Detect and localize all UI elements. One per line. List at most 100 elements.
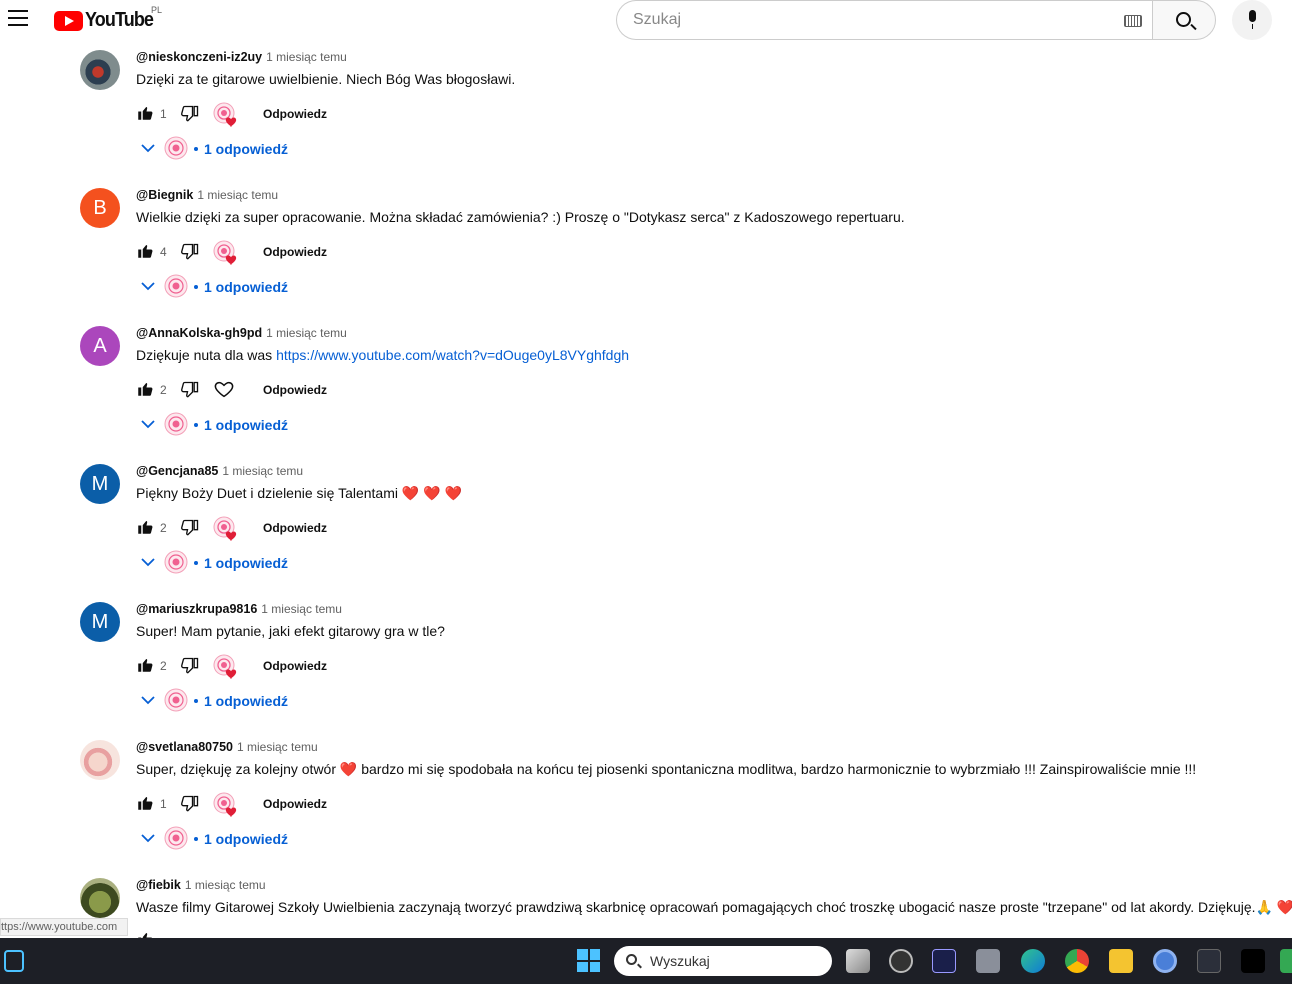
comment-body: Dzięki za te gitarowe uwielbienie. Niech… — [136, 71, 516, 87]
reply-button[interactable]: Odpowiedz — [263, 521, 327, 535]
heart-emoji: ❤️ ❤️ ❤️ — [401, 485, 462, 501]
windows-start-icon[interactable] — [577, 949, 600, 972]
comment-author[interactable]: @Biegnik — [136, 188, 193, 202]
reply-button[interactable]: Odpowiedz — [263, 659, 327, 673]
like-icon[interactable] — [136, 794, 154, 812]
chevron-down-icon — [140, 831, 156, 843]
comment-actions: 1 Odpowiedz — [136, 102, 436, 128]
view-replies-button[interactable]: 1 odpowiedź — [140, 412, 340, 438]
comment-time[interactable]: 1 miesiąc temu — [197, 188, 278, 202]
chevron-down-icon — [140, 693, 156, 705]
file-explorer-icon[interactable] — [1109, 949, 1133, 973]
replies-label: 1 odpowiedź — [204, 693, 288, 709]
like-count: 2 — [160, 521, 167, 535]
like-count: 4 — [160, 245, 167, 259]
dislike-icon[interactable] — [180, 656, 200, 676]
search-input[interactable] — [633, 11, 1103, 29]
youtube-logo[interactable]: YouTube — [54, 9, 161, 32]
chromium-icon[interactable] — [1153, 949, 1177, 973]
view-replies-button[interactable]: 1 odpowiedź — [140, 136, 340, 162]
dislike-icon[interactable] — [180, 794, 200, 814]
comment-actions: 1 Odpowiedz — [136, 792, 436, 818]
chevron-down-icon — [140, 417, 156, 429]
comment-text: Dziękuje nuta dla was https://www.youtub… — [136, 347, 629, 363]
like-icon[interactable] — [136, 104, 154, 122]
comment-author[interactable]: @fiebik — [136, 878, 181, 892]
microphone-icon — [1249, 10, 1256, 22]
taskbar: Wyszukaj — [0, 938, 1292, 984]
creator-avatar — [164, 412, 188, 436]
comment-body: Super, dziękuję za kolejny otwór ❤️ bard… — [136, 761, 1197, 777]
search-button[interactable] — [1152, 0, 1216, 40]
davinci-icon[interactable] — [1197, 949, 1221, 973]
taskbar-search-label: Wyszukaj — [650, 953, 710, 969]
comment-author[interactable]: @mariuszkrupa9816 — [136, 602, 257, 616]
app-icon[interactable] — [1280, 949, 1292, 973]
creator-heart-icon[interactable] — [213, 516, 239, 542]
dislike-icon[interactable] — [180, 380, 200, 400]
dislike-icon[interactable] — [180, 104, 200, 124]
avatar-letter: M — [91, 611, 109, 633]
like-icon[interactable] — [136, 518, 154, 536]
widgets-icon[interactable] — [4, 950, 24, 972]
comment-actions: 4 Odpowiedz — [136, 240, 436, 266]
comment-author[interactable]: @Gencjana85 — [136, 464, 218, 478]
keyboard-icon[interactable] — [1124, 15, 1142, 27]
comment-time[interactable]: 1 miesiąc temu — [266, 50, 347, 64]
avatar-letter: M — [91, 473, 109, 495]
like-icon[interactable] — [136, 656, 154, 674]
creator-heart-icon[interactable] — [213, 654, 239, 680]
comment-time[interactable]: 1 miesiąc temu — [266, 326, 347, 340]
dislike-icon[interactable] — [180, 518, 200, 538]
country-code: PL — [151, 5, 163, 15]
taskbar-search[interactable]: Wyszukaj — [614, 946, 832, 976]
reply-button[interactable]: Odpowiedz — [263, 383, 327, 397]
search-box — [616, 0, 1153, 40]
comment-author[interactable]: @AnnaKolska-gh9pd — [136, 326, 262, 340]
status-url: ttps://www.youtube.com — [0, 918, 128, 936]
comment-author[interactable]: @svetlana80750 — [136, 740, 233, 754]
creator-heart-icon[interactable] — [213, 240, 239, 266]
avatar[interactable]: M — [80, 602, 120, 642]
like-icon[interactable] — [136, 242, 154, 260]
avatar[interactable] — [80, 740, 120, 780]
reply-button[interactable]: Odpowiedz — [263, 107, 327, 121]
comment-link[interactable]: https://www.youtube.com/watch?v=dOuge0yL… — [276, 347, 629, 363]
avatar[interactable] — [80, 50, 120, 90]
view-replies-button[interactable]: 1 odpowiedź — [140, 826, 340, 852]
view-replies-button[interactable]: 1 odpowiedź — [140, 550, 340, 576]
chrome-icon[interactable] — [1065, 949, 1089, 973]
like-icon[interactable] — [136, 930, 154, 938]
comment-header: @AnnaKolska-gh9pd 1 miesiąc temu — [136, 326, 347, 340]
comment-time[interactable]: 1 miesiąc temu — [261, 602, 342, 616]
comment-header: @fiebik 1 miesiąc temu — [136, 878, 266, 892]
reply-button[interactable]: Odpowiedz — [263, 245, 327, 259]
comment-author[interactable]: @nieskonczeni-iz2uy — [136, 50, 262, 64]
view-replies-button[interactable]: 1 odpowiedź — [140, 274, 340, 300]
creator-heart-icon[interactable] — [213, 792, 239, 818]
obs-icon[interactable] — [889, 949, 913, 973]
comment-time[interactable]: 1 miesiąc temu — [222, 464, 303, 478]
creator-heart-icon[interactable] — [213, 102, 239, 128]
apple-tv-icon[interactable] — [1241, 949, 1265, 973]
avatar[interactable] — [80, 878, 120, 918]
comment-actions — [136, 928, 436, 938]
scanner-icon[interactable] — [976, 949, 1000, 973]
like-icon[interactable] — [136, 380, 154, 398]
avatar[interactable]: A — [80, 326, 120, 366]
view-replies-button[interactable]: 1 odpowiedź — [140, 688, 340, 714]
avatar[interactable]: M — [80, 464, 120, 504]
edge-icon[interactable] — [1021, 949, 1045, 973]
voice-search-button[interactable] — [1232, 0, 1272, 40]
avatar[interactable]: B — [80, 188, 120, 228]
task-view-icon[interactable] — [846, 949, 870, 973]
comment-thread: B @Biegnik 1 miesiąc temu Wielkie dzięki za… — [80, 178, 1292, 316]
menu-icon[interactable] — [8, 10, 28, 26]
heart-icon[interactable] — [213, 378, 239, 404]
reply-button[interactable]: Odpowiedz — [263, 797, 327, 811]
comment-header: @nieskonczeni-iz2uy 1 miesiąc temu — [136, 50, 347, 64]
comment-time[interactable]: 1 miesiąc temu — [237, 740, 318, 754]
comment-time[interactable]: 1 miesiąc temu — [185, 878, 266, 892]
audition-icon[interactable] — [932, 949, 956, 973]
dislike-icon[interactable] — [180, 242, 200, 262]
